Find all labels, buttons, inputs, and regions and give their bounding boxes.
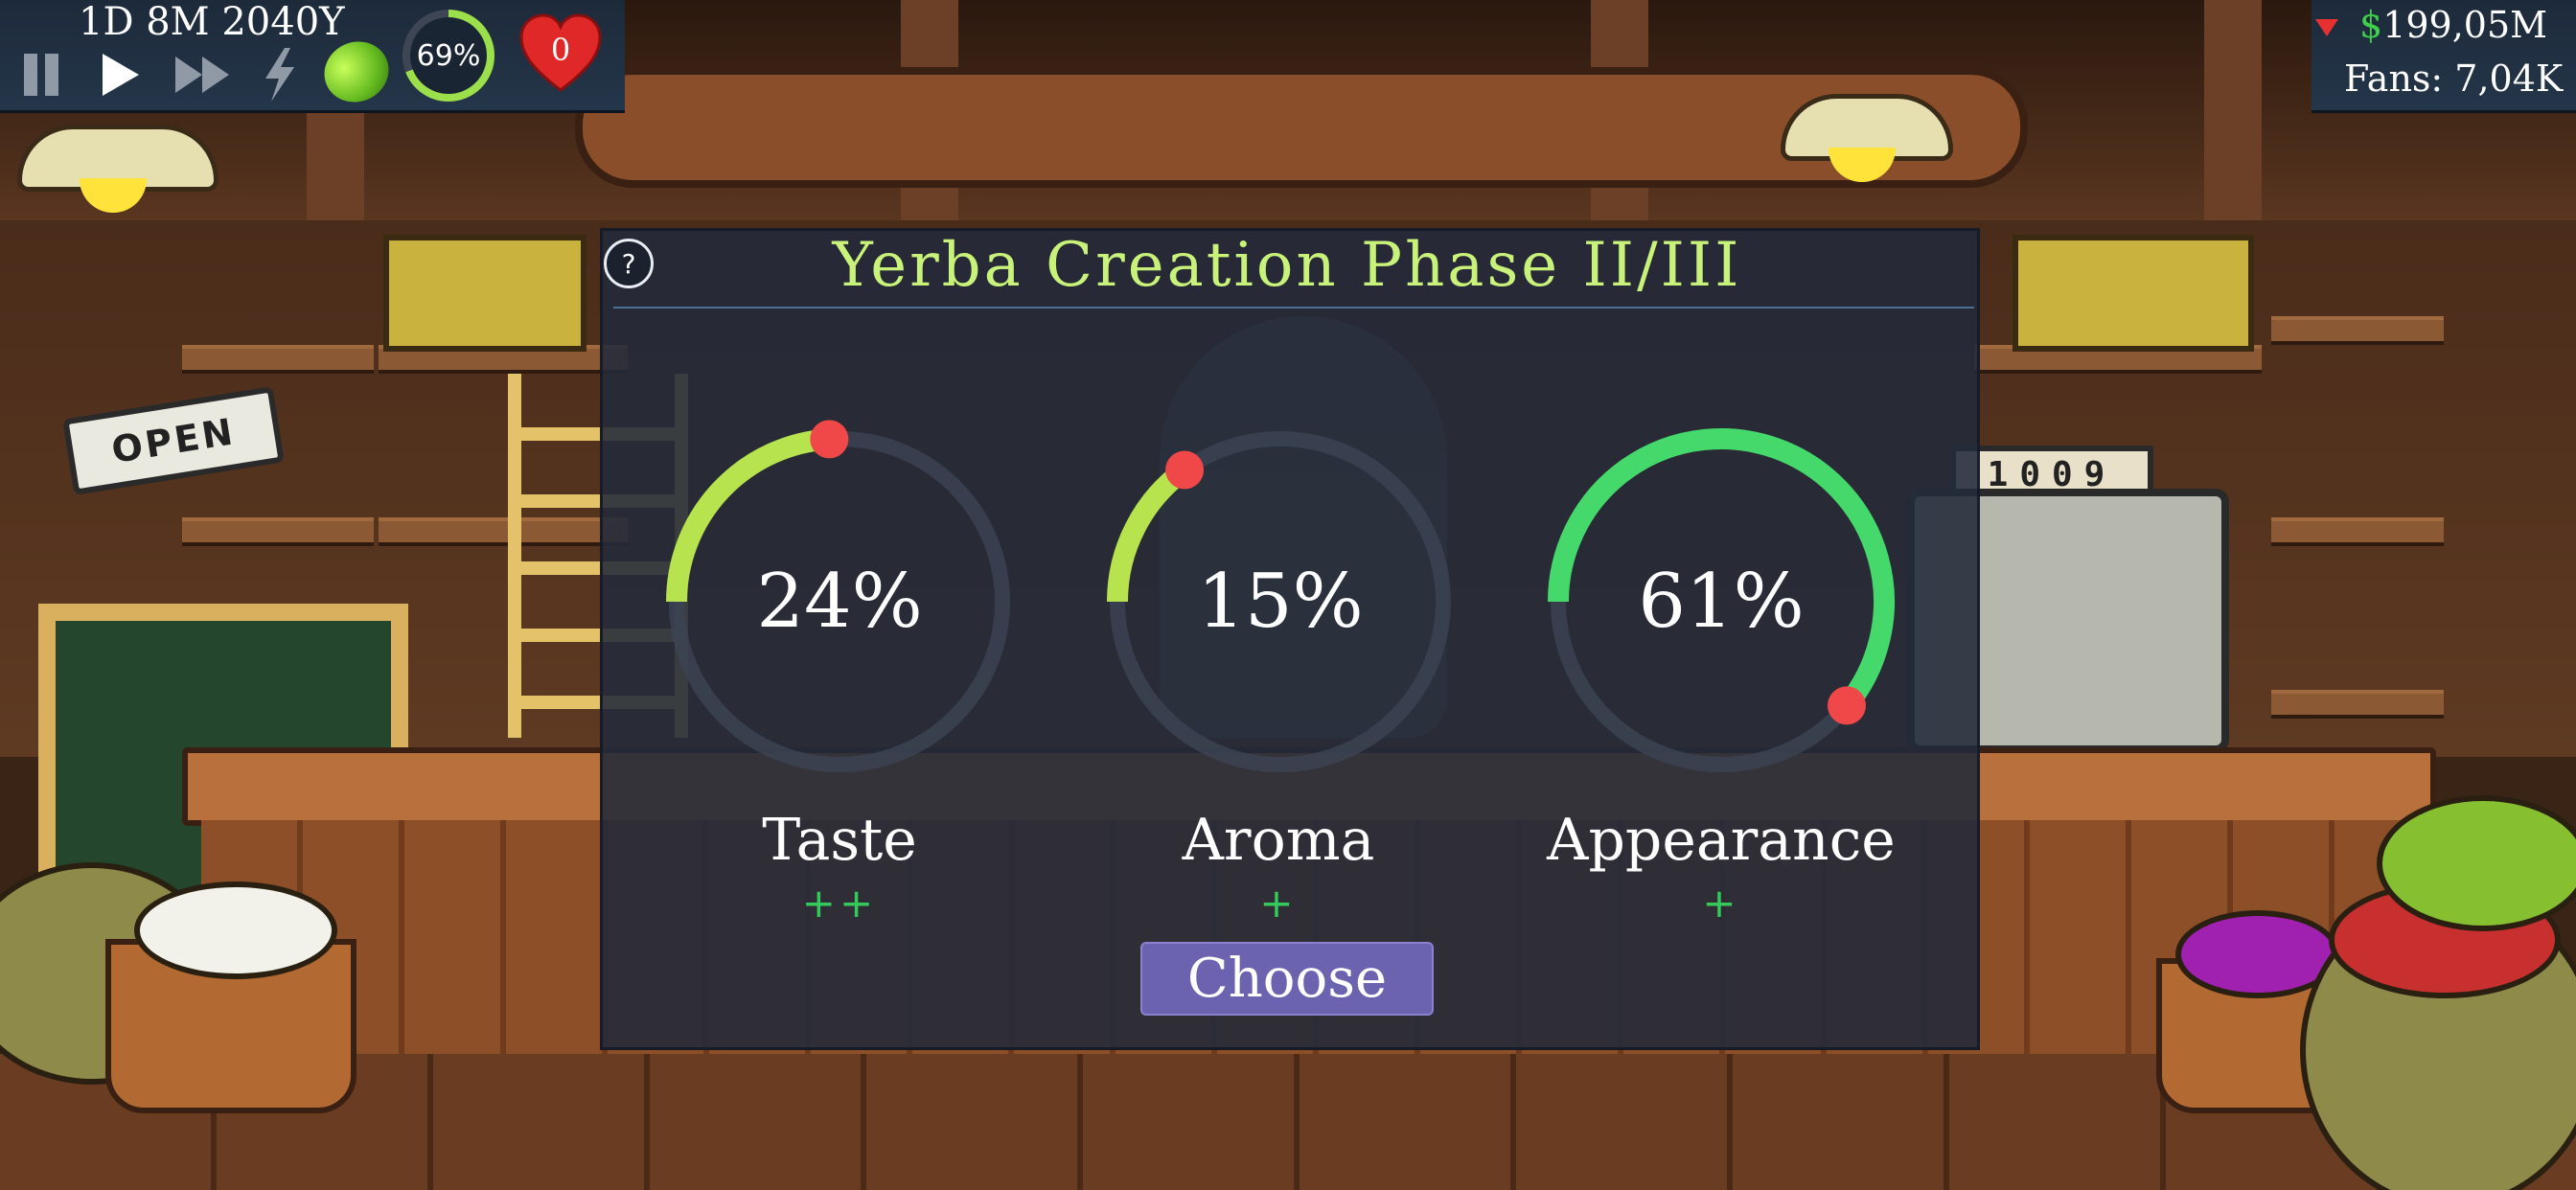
gauge-knob	[1165, 450, 1205, 490]
yellow-crate	[2012, 235, 2254, 352]
fans-count: Fans: 7,04K	[2344, 57, 2564, 100]
boost-button[interactable]	[255, 46, 303, 103]
hearts-count: 0	[550, 32, 571, 68]
money-amount: 199,05M	[2382, 4, 2548, 46]
currency-symbol: $	[2359, 4, 2383, 46]
gauge-knob	[1827, 686, 1866, 725]
appearance-value: 61%	[1638, 559, 1805, 645]
appearance-rating: +	[1702, 880, 1740, 927]
fast-forward-button[interactable]	[171, 46, 238, 103]
taste-rating: ++	[801, 880, 878, 927]
help-button[interactable]: ?	[604, 239, 654, 288]
green-apples	[2377, 795, 2576, 931]
aroma-rating: +	[1259, 880, 1298, 927]
fast-forward-icon	[175, 57, 229, 93]
pause-button[interactable]	[17, 46, 65, 103]
play-button[interactable]	[96, 46, 144, 103]
pause-icon	[45, 54, 58, 96]
shelf	[182, 517, 374, 546]
progress-label: 69%	[416, 38, 481, 73]
ceiling-beam	[2204, 0, 2262, 220]
shelf	[2271, 517, 2444, 546]
title-divider	[613, 307, 1974, 309]
shelf	[2271, 316, 2444, 345]
lightning-icon	[265, 48, 294, 102]
pause-icon	[24, 54, 37, 96]
aroma-label: Aroma	[1182, 807, 1375, 874]
appearance-label: Appearance	[1547, 807, 1896, 874]
money-trend-down-icon	[2315, 19, 2338, 36]
shelf	[182, 345, 374, 374]
eggs	[134, 881, 337, 979]
choose-button[interactable]: Choose	[1140, 942, 1434, 1016]
play-icon	[103, 54, 139, 96]
taste-label: Taste	[762, 807, 917, 874]
taste-value: 24%	[756, 559, 923, 645]
money-display: $199,05M	[2359, 4, 2547, 46]
shelf	[2271, 690, 2444, 719]
gauge-knob	[810, 420, 849, 459]
aroma-value: 15%	[1197, 559, 1364, 645]
game-date: 1D 8M 2040Y	[79, 0, 345, 44]
envelope-crate	[383, 235, 586, 352]
dialog-title: Yerba Creation Phase II/III	[832, 230, 1742, 301]
